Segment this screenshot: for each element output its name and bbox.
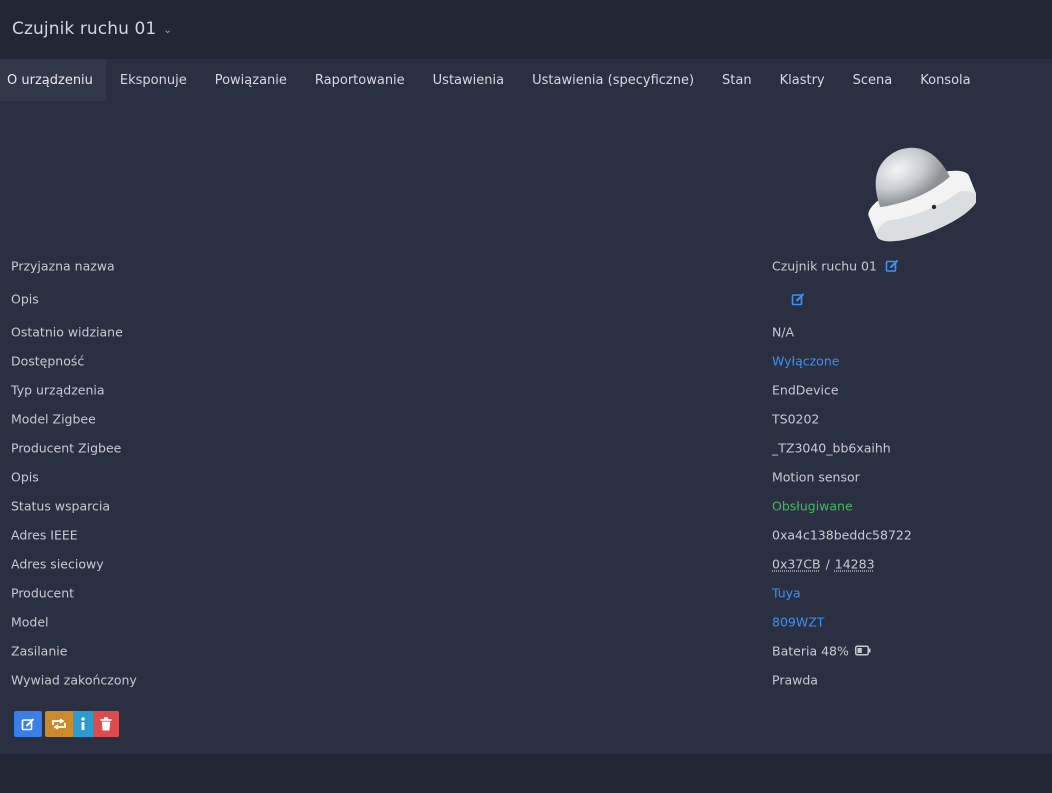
value-last-seen: N/A [772, 324, 795, 339]
tab-scene[interactable]: Scena [839, 59, 907, 101]
row-interview-completed: Wywiad zakończony Prawda [0, 665, 1052, 694]
value-model-description: Motion sensor [772, 469, 860, 484]
value-device-type: EndDevice [772, 382, 839, 397]
tab-bar: O urządzeniu Eksponuje Powiązanie Raport… [0, 59, 1052, 101]
device-title: Czujnik ruchu 01 [12, 19, 157, 39]
tab-console[interactable]: Konsola [906, 59, 984, 101]
row-zigbee-model: Model Zigbee TS0202 [0, 404, 1052, 433]
label-vendor: Producent [11, 585, 75, 600]
label-friendly-name: Przyjazna nazwa [11, 258, 115, 273]
tab-settings-specific[interactable]: Ustawienia (specyficzne) [518, 59, 708, 101]
label-ieee-address: Adres IEEE [11, 527, 78, 542]
value-support-status: Obsługiwane [772, 498, 853, 513]
value-description [772, 292, 805, 306]
reconfigure-icon [52, 718, 66, 730]
trash-icon [100, 717, 112, 731]
value-availability[interactable]: Wyłączone [772, 353, 839, 368]
row-model: Model 809WZT [0, 607, 1052, 636]
value-zigbee-model: TS0202 [772, 411, 820, 426]
tab-clusters[interactable]: Klastry [766, 59, 839, 101]
label-device-type: Typ urządzenia [11, 382, 105, 397]
label-network-address: Adres sieciowy [11, 556, 104, 571]
row-zigbee-manufacturer: Producent Zigbee _TZ3040_bb6xaihh [0, 433, 1052, 462]
remove-device-button[interactable] [93, 711, 119, 737]
reconfigure-button[interactable] [45, 711, 73, 737]
label-support-status: Status wsparcia [11, 498, 111, 513]
label-zigbee-model: Model Zigbee [11, 411, 96, 426]
row-description: Opis [0, 284, 1052, 313]
edit-icon[interactable] [791, 292, 805, 306]
label-availability: Dostępność [11, 353, 85, 368]
value-vendor[interactable]: Tuya [772, 585, 801, 600]
row-availability: Dostępność Wyłączone [0, 346, 1052, 375]
row-ieee-address: Adres IEEE 0xa4c138beddc58722 [0, 520, 1052, 549]
label-model-description: Opis [11, 469, 39, 484]
row-support-status: Status wsparcia Obsługiwane [0, 491, 1052, 520]
row-last-seen: Ostatnio widziane N/A [0, 317, 1052, 346]
label-zigbee-manufacturer: Producent Zigbee [11, 440, 122, 455]
page-header: Czujnik ruchu 01 ⌄ [0, 0, 1052, 59]
power-text: Bateria 48% [772, 643, 849, 658]
device-selector[interactable]: Czujnik ruchu 01 ⌄ [12, 19, 172, 39]
network-address-dec: 14283 [834, 556, 875, 571]
row-vendor: Producent Tuya [0, 578, 1052, 607]
device-actions [14, 711, 119, 737]
network-address-hex: 0x37CB [772, 556, 821, 571]
battery-half-icon [854, 645, 871, 656]
info-icon [81, 717, 85, 730]
network-address-separator: / [825, 556, 830, 571]
page-footer [0, 754, 1052, 793]
value-model[interactable]: 809WZT [772, 614, 824, 629]
edit-icon [21, 718, 34, 731]
row-friendly-name: Przyjazna nazwa Czujnik ruchu 01 [0, 251, 1052, 280]
value-interview-completed: Prawda [772, 672, 818, 687]
row-power: Zasilanie Bateria 48% [0, 636, 1052, 665]
label-description: Opis [11, 291, 39, 306]
edit-icon[interactable] [885, 259, 899, 273]
label-last-seen: Ostatnio widziane [11, 324, 123, 339]
tab-exposes[interactable]: Eksponuje [106, 59, 201, 101]
row-device-type: Typ urządzenia EndDevice [0, 375, 1052, 404]
value-power: Bateria 48% [772, 643, 871, 658]
motion-sensor-image [868, 147, 976, 242]
label-model: Model [11, 614, 49, 629]
chevron-down-icon: ⌄ [163, 25, 172, 36]
value-network-address: 0x37CB / 14283 [772, 556, 875, 571]
tab-state[interactable]: Stan [708, 59, 766, 101]
tab-reporting[interactable]: Raportowanie [301, 59, 419, 101]
label-power: Zasilanie [11, 643, 68, 658]
row-model-description: Opis Motion sensor [0, 462, 1052, 491]
value-ieee-address: 0xa4c138beddc58722 [772, 527, 912, 542]
tab-about[interactable]: O urządzeniu [0, 59, 106, 101]
tab-bind[interactable]: Powiązanie [201, 59, 301, 101]
label-interview-completed: Wywiad zakończony [11, 672, 137, 687]
rename-device-button[interactable] [14, 711, 42, 737]
interview-button[interactable] [73, 711, 93, 737]
value-zigbee-manufacturer: _TZ3040_bb6xaihh [772, 440, 891, 455]
row-network-address: Adres sieciowy 0x37CB / 14283 [0, 549, 1052, 578]
friendly-name-text: Czujnik ruchu 01 [772, 258, 877, 273]
value-friendly-name: Czujnik ruchu 01 [772, 258, 899, 273]
tab-settings[interactable]: Ustawienia [419, 59, 518, 101]
